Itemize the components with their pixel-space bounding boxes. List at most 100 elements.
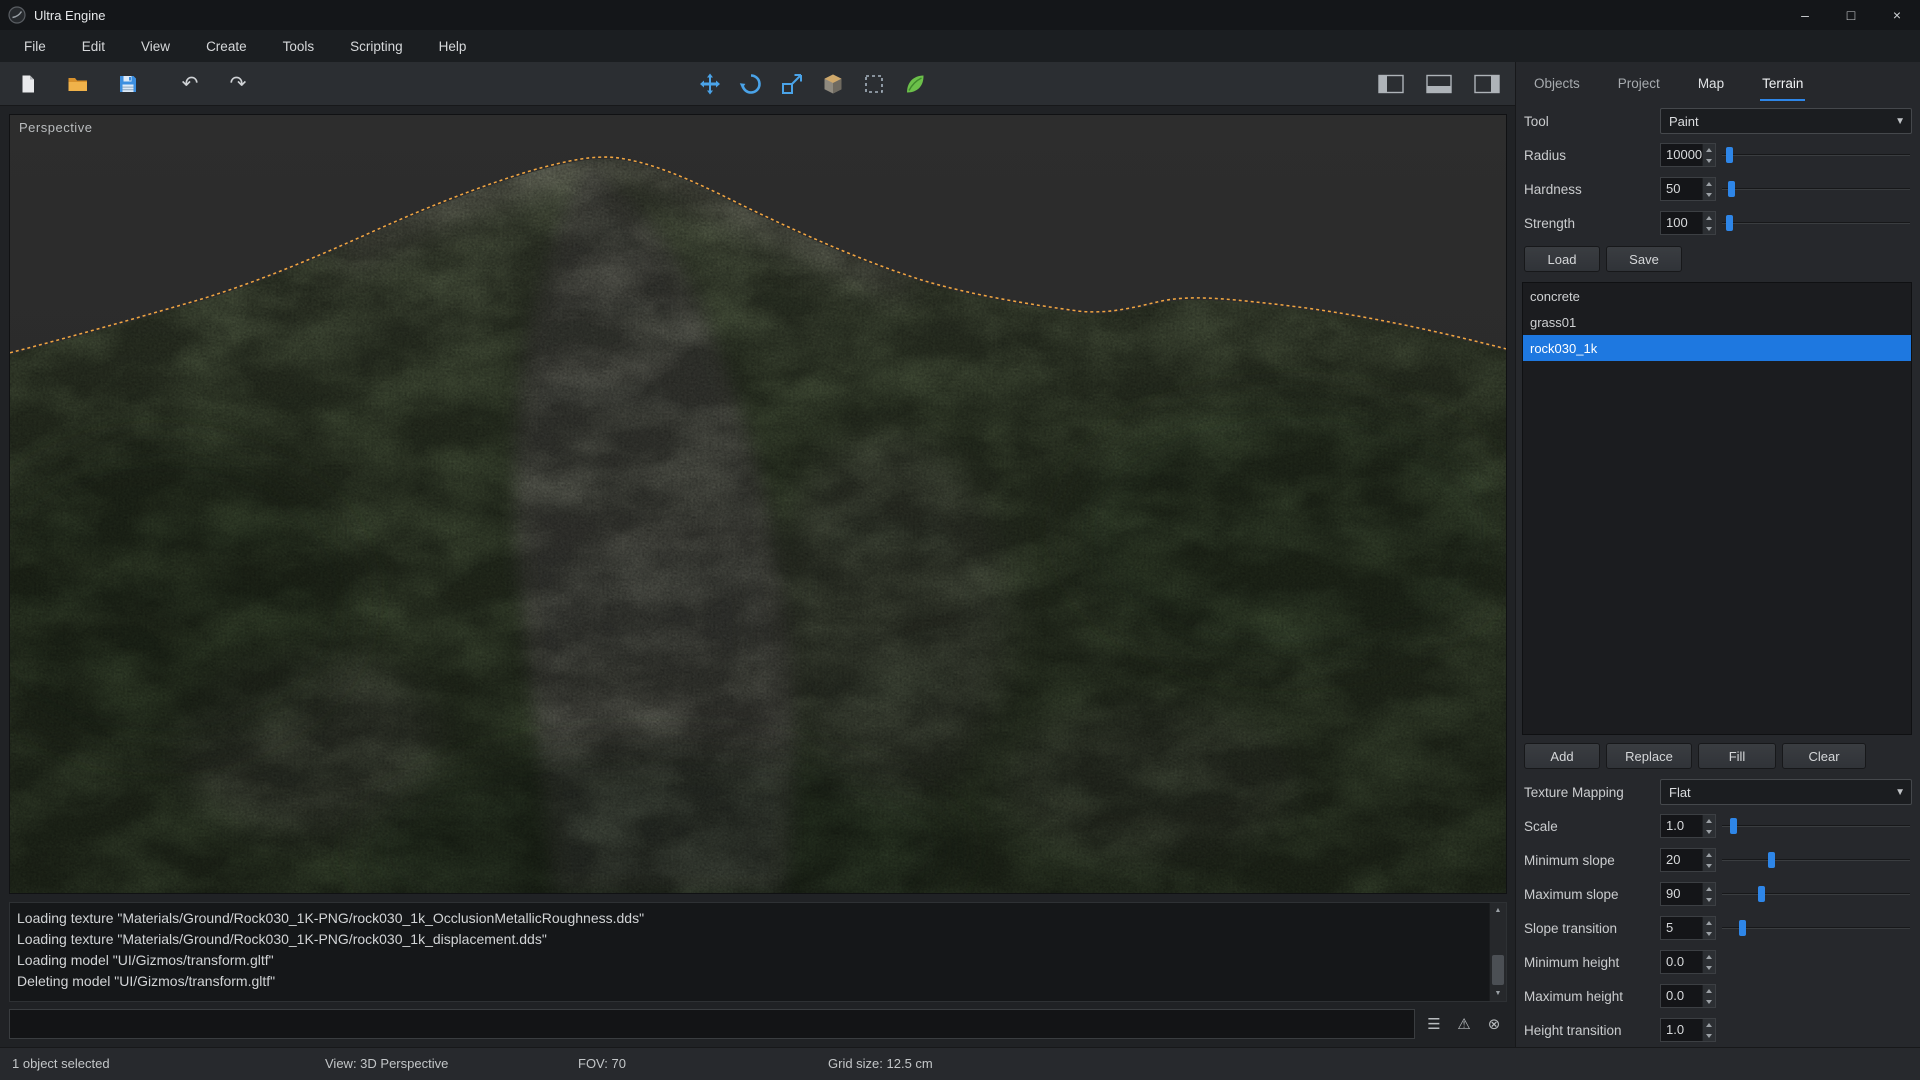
console-scrollbar[interactable]: ▲ ▼ [1489, 903, 1506, 1001]
terrain-tool-button[interactable] [897, 67, 933, 101]
clear-log-button[interactable]: ⊗ [1481, 1011, 1507, 1037]
spin-down-icon[interactable] [1703, 1030, 1715, 1041]
spin-down-icon[interactable] [1703, 155, 1715, 166]
slider-thumb[interactable] [1739, 920, 1746, 936]
slider-thumb[interactable] [1730, 818, 1737, 834]
material-list[interactable]: concrete grass01 rock030_1k [1522, 282, 1912, 735]
layout-bottom-panel-button[interactable] [1421, 67, 1457, 101]
scroll-down-icon[interactable]: ▼ [1490, 986, 1506, 1001]
rotate-tool-button[interactable] [733, 67, 769, 101]
fill-button[interactable]: Fill [1698, 743, 1776, 769]
spin-up-icon[interactable] [1703, 849, 1715, 860]
spin-down-icon[interactable] [1703, 962, 1715, 973]
spin-arrows[interactable] [1702, 178, 1715, 200]
menu-help[interactable]: Help [421, 30, 485, 62]
spin-arrows[interactable] [1702, 985, 1715, 1007]
tab-project[interactable]: Project [1616, 66, 1662, 101]
open-project-button[interactable] [60, 67, 96, 101]
menu-file[interactable]: File [6, 30, 64, 62]
spin-up-icon[interactable] [1703, 1019, 1715, 1030]
menu-view[interactable]: View [123, 30, 188, 62]
hardness-slider[interactable] [1720, 177, 1912, 201]
undo-button[interactable]: ↶ [172, 67, 208, 101]
spin-arrows[interactable] [1702, 815, 1715, 837]
slope-transition-spinbox[interactable]: 5 [1660, 916, 1716, 940]
spin-arrows[interactable] [1702, 144, 1715, 166]
maximum-slope-slider[interactable] [1720, 882, 1912, 906]
spin-down-icon[interactable] [1703, 996, 1715, 1007]
load-button[interactable]: Load [1524, 246, 1600, 272]
spin-up-icon[interactable] [1703, 917, 1715, 928]
spin-arrows[interactable] [1702, 212, 1715, 234]
move-tool-button[interactable] [692, 67, 728, 101]
spin-up-icon[interactable] [1703, 212, 1715, 223]
spin-arrows[interactable] [1702, 849, 1715, 871]
layout-left-panel-button[interactable] [1373, 67, 1409, 101]
slope-transition-slider[interactable] [1720, 916, 1912, 940]
slider-thumb[interactable] [1726, 215, 1733, 231]
spin-up-icon[interactable] [1703, 951, 1715, 962]
minimum-height-spinbox[interactable]: 0.0 [1660, 950, 1716, 974]
layout-right-panel-button[interactable] [1469, 67, 1505, 101]
spin-down-icon[interactable] [1703, 894, 1715, 905]
menu-edit[interactable]: Edit [64, 30, 123, 62]
maximize-button[interactable]: □ [1828, 0, 1874, 30]
slider-thumb[interactable] [1726, 147, 1733, 163]
tab-terrain[interactable]: Terrain [1760, 66, 1805, 101]
redo-button[interactable]: ↷ [220, 67, 256, 101]
close-button[interactable]: × [1874, 0, 1920, 30]
spin-down-icon[interactable] [1703, 189, 1715, 200]
material-item-rock030-selected[interactable]: rock030_1k [1523, 335, 1911, 361]
maximum-slope-spinbox[interactable]: 90 [1660, 882, 1716, 906]
spin-up-icon[interactable] [1703, 144, 1715, 155]
scroll-up-icon[interactable]: ▲ [1490, 903, 1506, 918]
clear-button[interactable]: Clear [1782, 743, 1866, 769]
scrollbar-thumb[interactable] [1492, 955, 1504, 985]
spin-up-icon[interactable] [1703, 178, 1715, 189]
slider-thumb[interactable] [1758, 886, 1765, 902]
scale-spinbox[interactable]: 1.0 [1660, 814, 1716, 838]
spin-down-icon[interactable] [1703, 223, 1715, 234]
slider-thumb[interactable] [1728, 181, 1735, 197]
minimum-slope-spinbox[interactable]: 20 [1660, 848, 1716, 872]
viewport-3d[interactable]: Perspective [9, 114, 1507, 894]
command-input[interactable] [9, 1009, 1415, 1039]
log-list-button[interactable]: ☰ [1421, 1011, 1447, 1037]
minimize-button[interactable]: – [1782, 0, 1828, 30]
tab-map[interactable]: Map [1696, 66, 1726, 101]
spin-arrows[interactable] [1702, 883, 1715, 905]
spin-down-icon[interactable] [1703, 826, 1715, 837]
save-layers-button[interactable]: Save [1606, 246, 1682, 272]
slider-thumb[interactable] [1768, 852, 1775, 868]
scale-tool-button[interactable] [774, 67, 810, 101]
spin-arrows[interactable] [1702, 1019, 1715, 1041]
material-item-grass01[interactable]: grass01 [1523, 309, 1911, 335]
height-transition-spinbox[interactable]: 1.0 [1660, 1018, 1716, 1042]
spin-up-icon[interactable] [1703, 985, 1715, 996]
model-tool-button[interactable] [815, 67, 851, 101]
warnings-button[interactable]: ⚠ [1451, 1011, 1477, 1037]
replace-button[interactable]: Replace [1606, 743, 1692, 769]
texture-mapping-dropdown[interactable]: Flat ▼ [1660, 779, 1912, 805]
scale-slider[interactable] [1720, 814, 1912, 838]
hardness-spinbox[interactable]: 50 [1660, 177, 1716, 201]
save-button[interactable] [110, 67, 146, 101]
spin-up-icon[interactable] [1703, 815, 1715, 826]
new-file-button[interactable] [10, 67, 46, 101]
select-tool-button[interactable] [856, 67, 892, 101]
spin-down-icon[interactable] [1703, 860, 1715, 871]
spin-arrows[interactable] [1702, 917, 1715, 939]
minimum-slope-slider[interactable] [1720, 848, 1912, 872]
radius-spinbox[interactable]: 10000 [1660, 143, 1716, 167]
strength-slider[interactable] [1720, 211, 1912, 235]
menu-tools[interactable]: Tools [265, 30, 333, 62]
spin-down-icon[interactable] [1703, 928, 1715, 939]
tab-objects[interactable]: Objects [1532, 66, 1582, 101]
radius-slider[interactable] [1720, 143, 1912, 167]
maximum-height-spinbox[interactable]: 0.0 [1660, 984, 1716, 1008]
menu-scripting[interactable]: Scripting [332, 30, 421, 62]
add-button[interactable]: Add [1524, 743, 1600, 769]
strength-spinbox[interactable]: 100 [1660, 211, 1716, 235]
material-item-concrete[interactable]: concrete [1523, 283, 1911, 309]
spin-up-icon[interactable] [1703, 883, 1715, 894]
